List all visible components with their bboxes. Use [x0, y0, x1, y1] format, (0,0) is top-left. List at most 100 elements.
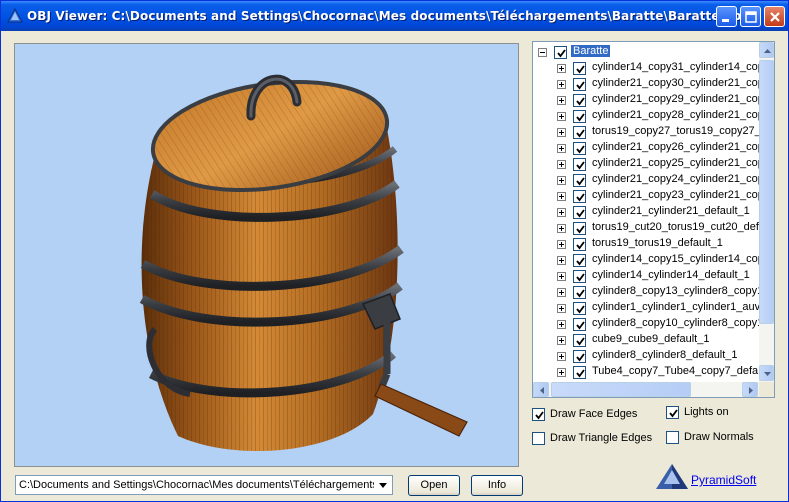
- tree-item[interactable]: cylinder8_cylinder8_default_1: [533, 348, 759, 364]
- tree-item-checkbox[interactable]: [573, 206, 586, 219]
- expand-toggle-icon[interactable]: [557, 224, 566, 233]
- checkbox-box[interactable]: [532, 408, 545, 421]
- pyramid-logo-icon: [656, 464, 688, 489]
- horizontal-scroll-thumb[interactable]: [551, 382, 691, 397]
- tree-item[interactable]: cylinder8_copy13_cylinder8_copy1: [533, 284, 763, 300]
- expand-toggle-icon[interactable]: [557, 288, 566, 297]
- expand-toggle-icon[interactable]: [557, 240, 566, 249]
- tree-item[interactable]: cylinder21_copy26_cylinder21_cop: [533, 140, 764, 156]
- tree-item[interactable]: cylinder1_cylinder1_cylinder1_auv2: [533, 300, 766, 316]
- expand-toggle-icon[interactable]: [557, 112, 566, 121]
- scroll-right-button[interactable]: [742, 382, 758, 397]
- tree-item-checkbox[interactable]: [573, 126, 586, 139]
- tree-item-checkbox[interactable]: [573, 350, 586, 363]
- tree-item-checkbox[interactable]: [573, 110, 586, 123]
- tree-item[interactable]: cylinder21_copy30_cylinder21_cop: [533, 76, 764, 92]
- tree-item[interactable]: cylinder21_copy29_cylinder21_cop: [533, 92, 764, 108]
- tree-item[interactable]: cylinder21_copy28_cylinder21_cop: [533, 108, 764, 124]
- expand-toggle-icon[interactable]: [557, 272, 566, 281]
- draw-normals-label: Draw Normals: [684, 431, 754, 443]
- combobox-dropdown-button[interactable]: [375, 477, 391, 493]
- tree-item-checkbox[interactable]: [573, 222, 586, 235]
- tree-item[interactable]: torus19_cut20_torus19_cut20_defa: [533, 220, 765, 236]
- tree-item-checkbox[interactable]: [573, 286, 586, 299]
- tree-item-label: cylinder8_copy10_cylinder8_copy1: [592, 317, 764, 329]
- tree-item-checkbox[interactable]: [573, 302, 586, 315]
- expand-toggle-icon[interactable]: [557, 368, 566, 377]
- vertical-scrollbar[interactable]: [759, 42, 774, 382]
- tree-item-label: cylinder1_cylinder1_cylinder1_auv2: [592, 301, 767, 313]
- expand-toggle-icon[interactable]: [557, 64, 566, 73]
- tree-item[interactable]: torus19_torus19_default_1: [533, 236, 759, 252]
- tree-item-checkbox[interactable]: [573, 238, 586, 251]
- tree-item-checkbox[interactable]: [573, 254, 586, 267]
- expand-toggle-icon[interactable]: [557, 80, 566, 89]
- tree-item-checkbox[interactable]: [573, 142, 586, 155]
- expand-toggle-icon[interactable]: [557, 352, 566, 361]
- expand-toggle-icon[interactable]: [557, 320, 566, 329]
- tree-item[interactable]: cylinder14_cylinder14_default_1: [533, 268, 759, 284]
- expand-toggle-icon[interactable]: [557, 128, 566, 137]
- chevron-down-icon: [764, 372, 771, 376]
- tree-item-checkbox[interactable]: [573, 270, 586, 283]
- file-path-combobox[interactable]: C:\Documents and Settings\Chocornac\Mes …: [15, 475, 393, 495]
- scrollbar-corner: [759, 382, 774, 397]
- tree-item-checkbox[interactable]: [573, 190, 586, 203]
- tree-item-checkbox[interactable]: [573, 62, 586, 75]
- checkbox-box[interactable]: [532, 432, 545, 445]
- expand-toggle-icon[interactable]: [557, 176, 566, 185]
- tree-item-checkbox[interactable]: [573, 158, 586, 171]
- checkmark-icon: [576, 209, 585, 218]
- object-tree[interactable]: Baratte cylinder14_copy31_cylinder14_cop c…: [532, 41, 775, 398]
- horizontal-scrollbar[interactable]: [533, 382, 759, 397]
- expand-toggle-icon[interactable]: [557, 208, 566, 217]
- expand-toggle-icon[interactable]: [557, 336, 566, 345]
- tree-item-checkbox[interactable]: [554, 46, 567, 59]
- expand-toggle-icon[interactable]: [557, 144, 566, 153]
- tree-root-item[interactable]: Baratte: [533, 44, 759, 60]
- tree-item-checkbox[interactable]: [573, 94, 586, 107]
- tree-item[interactable]: torus19_copy27_torus19_copy27_: [533, 124, 761, 140]
- expand-toggle-icon[interactable]: [557, 96, 566, 105]
- maximize-button[interactable]: [740, 6, 761, 27]
- tree-item[interactable]: cylinder21_copy25_cylinder21_cop: [533, 156, 764, 172]
- checkmark-icon: [576, 145, 585, 154]
- open-button[interactable]: Open: [408, 475, 460, 496]
- tree-item[interactable]: Tube4_copy7_Tube4_copy7_defa: [533, 364, 759, 380]
- title-bar[interactable]: OBJ Viewer: C:\Documents and Settings\Ch…: [1, 1, 788, 31]
- tree-item[interactable]: cylinder21_cylinder21_default_1: [533, 204, 759, 220]
- tree-item[interactable]: cylinder8_copy10_cylinder8_copy1: [533, 316, 763, 332]
- scroll-left-button[interactable]: [533, 382, 549, 397]
- expand-toggle-icon[interactable]: [557, 304, 566, 313]
- chevron-right-icon: [749, 387, 753, 394]
- info-button[interactable]: Info: [471, 475, 523, 496]
- tree-item-checkbox[interactable]: [573, 78, 586, 91]
- minimize-button[interactable]: [716, 6, 737, 27]
- tree-item[interactable]: cube9_cube9_default_1: [533, 332, 759, 348]
- checkmark-icon: [535, 411, 544, 420]
- checkmark-icon: [576, 161, 585, 170]
- app-icon: [7, 8, 23, 23]
- tree-item[interactable]: cylinder14_copy15_cylinder14_cop: [533, 252, 764, 268]
- scroll-down-button[interactable]: [759, 365, 774, 381]
- tree-item[interactable]: cylinder21_copy24_cylinder21_cop: [533, 172, 764, 188]
- close-button[interactable]: [764, 6, 785, 27]
- tree-item-checkbox[interactable]: [573, 174, 586, 187]
- checkbox-box[interactable]: [666, 431, 679, 444]
- tree-item-checkbox[interactable]: [573, 334, 586, 347]
- expand-toggle-icon[interactable]: [557, 256, 566, 265]
- checkmark-icon: [576, 97, 585, 106]
- expand-toggle-icon[interactable]: [557, 160, 566, 169]
- lights-on-label: Lights on: [684, 406, 729, 418]
- checkbox-box[interactable]: [666, 406, 679, 419]
- expand-toggle-icon[interactable]: [557, 192, 566, 201]
- tree-item-checkbox[interactable]: [573, 366, 586, 379]
- tree-item-checkbox[interactable]: [573, 318, 586, 331]
- tree-item[interactable]: cylinder14_copy31_cylinder14_cop: [533, 60, 764, 76]
- 3d-viewport[interactable]: [14, 43, 519, 467]
- scroll-up-button[interactable]: [759, 42, 774, 58]
- pyramidsoft-link[interactable]: PyramidSoft: [691, 473, 756, 487]
- vertical-scroll-thumb[interactable]: [759, 60, 774, 324]
- collapse-toggle-icon[interactable]: [538, 48, 547, 57]
- tree-item[interactable]: cylinder21_copy23_cylinder21_cop: [533, 188, 764, 204]
